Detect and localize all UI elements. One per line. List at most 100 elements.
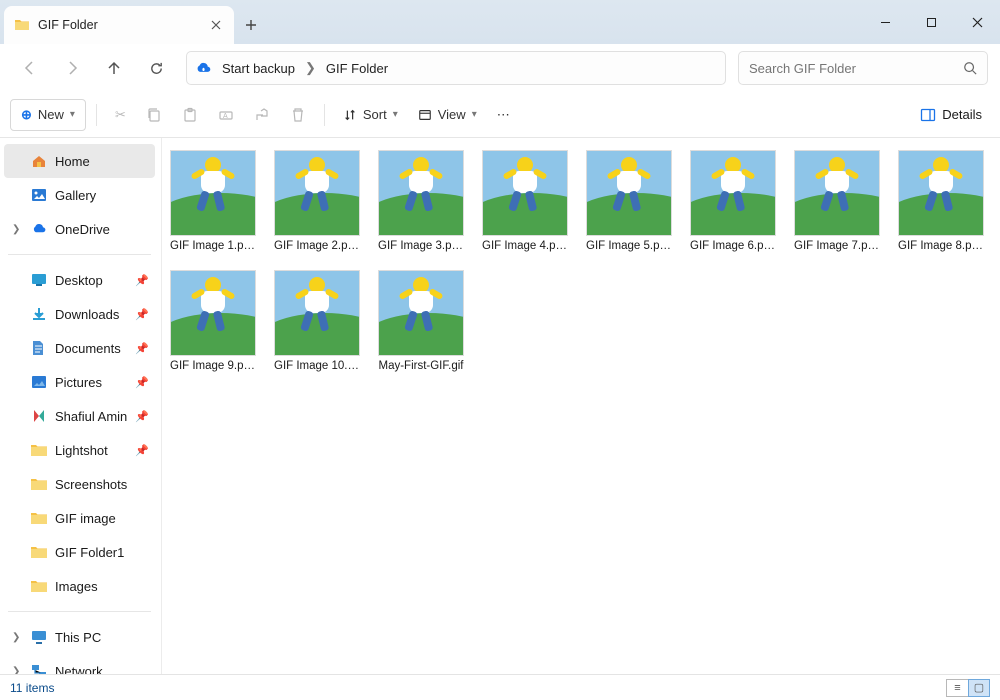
folder-icon <box>30 578 47 595</box>
tab-close-button[interactable] <box>208 17 224 33</box>
sidebar-item-pictures[interactable]: Pictures 📌 <box>4 365 155 399</box>
rename-button[interactable]: A <box>210 99 242 131</box>
sidebar-item-images[interactable]: Images <box>4 569 155 603</box>
view-icon <box>418 108 432 122</box>
file-name: GIF Image 9.png <box>170 360 256 374</box>
cut-button[interactable]: ✂ <box>107 99 134 131</box>
sidebar-item-documents[interactable]: Documents 📌 <box>4 331 155 365</box>
nav-row: Start backup ❯ GIF Folder <box>0 44 1000 92</box>
file-name: GIF Image 10.png <box>274 360 360 374</box>
file-name: GIF Image 6.png <box>690 240 776 254</box>
file-grid[interactable]: GIF Image 1.pngGIF Image 2.pngGIF Image … <box>162 138 1000 674</box>
minimize-button[interactable] <box>862 0 908 44</box>
sidebar-item-gifimage[interactable]: GIF image <box>4 501 155 535</box>
sidebar-item-gallery[interactable]: Gallery <box>4 178 155 212</box>
file-item[interactable]: GIF Image 9.png <box>170 270 256 374</box>
search-box[interactable] <box>738 51 988 85</box>
pc-icon <box>30 629 47 646</box>
sort-button[interactable]: Sort ▾ <box>335 99 406 131</box>
new-tab-button[interactable] <box>234 6 268 44</box>
app-icon <box>30 408 47 425</box>
svg-text:A: A <box>223 113 228 120</box>
forward-button[interactable] <box>54 50 90 86</box>
sidebar-label: Documents <box>55 341 121 356</box>
sidebar-item-downloads[interactable]: Downloads 📌 <box>4 297 155 331</box>
sidebar-label: Home <box>55 154 90 169</box>
sidebar-item-home[interactable]: Home <box>4 144 155 178</box>
share-button[interactable] <box>246 99 278 131</box>
file-item[interactable]: GIF Image 10.png <box>274 270 360 374</box>
cloud-icon <box>195 60 212 77</box>
file-name: May-First-GIF.gif <box>378 360 464 374</box>
pin-icon: 📌 <box>135 274 149 287</box>
file-item[interactable]: May-First-GIF.gif <box>378 270 464 374</box>
chevron-down-icon: ▾ <box>393 109 398 120</box>
sidebar-label: Images <box>55 579 98 594</box>
scissors-icon: ✂ <box>115 107 126 123</box>
file-item[interactable]: GIF Image 7.png <box>794 150 880 254</box>
close-button[interactable] <box>954 0 1000 44</box>
thumbnail <box>794 150 880 236</box>
back-button[interactable] <box>12 50 48 86</box>
file-item[interactable]: GIF Image 1.png <box>170 150 256 254</box>
new-button[interactable]: ⊕ New ▾ <box>10 99 86 131</box>
search-input[interactable] <box>749 61 955 76</box>
chevron-right-icon[interactable]: ❯ <box>12 224 22 235</box>
chevron-down-icon: ▾ <box>70 109 75 120</box>
file-item[interactable]: GIF Image 2.png <box>274 150 360 254</box>
sidebar-label: Lightshot <box>55 443 108 458</box>
file-name: GIF Image 8.png <box>898 240 984 254</box>
sidebar-item-giffolder1[interactable]: GIF Folder1 <box>4 535 155 569</box>
chevron-right-icon[interactable]: ❯ <box>12 666 22 675</box>
details-pane-button[interactable]: Details <box>912 99 990 131</box>
sidebar-item-onedrive[interactable]: ❯ OneDrive <box>4 212 155 246</box>
file-name: GIF Image 1.png <box>170 240 256 254</box>
thumbnail <box>274 150 360 236</box>
file-item[interactable]: GIF Image 5.png <box>586 150 672 254</box>
sidebar-item-lightshot[interactable]: Lightshot 📌 <box>4 433 155 467</box>
sidebar-label: This PC <box>55 630 101 645</box>
sidebar-item-desktop[interactable]: Desktop 📌 <box>4 263 155 297</box>
maximize-button[interactable] <box>908 0 954 44</box>
address-bar[interactable]: Start backup ❯ GIF Folder <box>186 51 726 85</box>
view-label: View <box>438 107 466 122</box>
more-button[interactable]: ⋯ <box>489 99 518 131</box>
view-toggle: ≡ ▢ <box>946 679 990 697</box>
pin-icon: 📌 <box>135 444 149 457</box>
toolbar: ⊕ New ▾ ✂ A Sort ▾ View ▾ ⋯ Details <box>0 92 1000 138</box>
chevron-right-icon[interactable]: ❯ <box>12 632 22 643</box>
folder-icon <box>30 510 47 527</box>
breadcrumb-seg-2[interactable]: GIF Folder <box>322 59 392 78</box>
sidebar-item-network[interactable]: ❯ Network <box>4 654 155 674</box>
sidebar-item-shafiul[interactable]: Shafiul Amin 📌 <box>4 399 155 433</box>
breadcrumb-seg-1[interactable]: Start backup <box>218 59 299 78</box>
file-item[interactable]: GIF Image 3.png <box>378 150 464 254</box>
pin-icon: 📌 <box>135 342 149 355</box>
pin-icon: 📌 <box>135 376 149 389</box>
desktop-icon <box>30 272 47 289</box>
sidebar-label: Screenshots <box>55 477 127 492</box>
thumbnail <box>378 270 464 356</box>
search-icon <box>963 61 977 75</box>
list-view-button[interactable]: ≡ <box>946 679 968 697</box>
file-name: GIF Image 4.png <box>482 240 568 254</box>
folder-icon <box>14 17 30 33</box>
up-button[interactable] <box>96 50 132 86</box>
file-item[interactable]: GIF Image 4.png <box>482 150 568 254</box>
sidebar-item-screenshots[interactable]: Screenshots <box>4 467 155 501</box>
copy-button[interactable] <box>138 99 170 131</box>
paste-button[interactable] <box>174 99 206 131</box>
sort-label: Sort <box>363 107 387 122</box>
view-button[interactable]: View ▾ <box>410 99 485 131</box>
sort-icon <box>343 108 357 122</box>
refresh-button[interactable] <box>138 50 174 86</box>
file-item[interactable]: GIF Image 6.png <box>690 150 776 254</box>
grid-view-button[interactable]: ▢ <box>968 679 990 697</box>
details-label: Details <box>942 107 982 122</box>
file-name: GIF Image 5.png <box>586 240 672 254</box>
file-item[interactable]: GIF Image 8.png <box>898 150 984 254</box>
delete-button[interactable] <box>282 99 314 131</box>
sidebar-item-thispc[interactable]: ❯ This PC <box>4 620 155 654</box>
window-tab[interactable]: GIF Folder <box>4 6 234 44</box>
thumbnail <box>170 150 256 236</box>
